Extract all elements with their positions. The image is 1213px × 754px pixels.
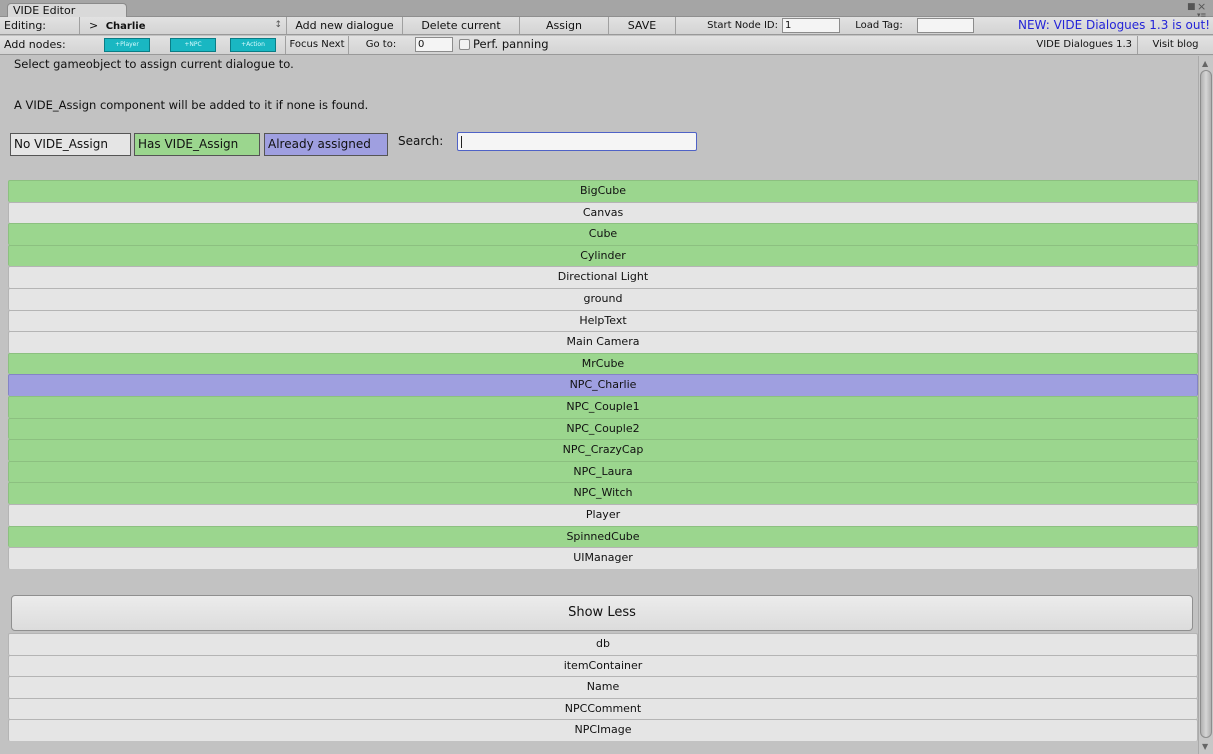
gameobject-row[interactable]: BigCube xyxy=(8,180,1198,202)
add-npc-node-button[interactable]: +NPC xyxy=(170,38,216,52)
gameobject-row[interactable]: Directional Light xyxy=(8,266,1198,288)
focus-next-button[interactable]: Focus Next xyxy=(285,36,349,54)
gameobject-row[interactable]: HelpText xyxy=(8,309,1198,332)
editor-window-tab[interactable]: VIDE Editor xyxy=(7,3,127,18)
legend-no-assign: No VIDE_Assign xyxy=(10,133,131,156)
scroll-down-arrow-icon[interactable]: ▼ xyxy=(1202,742,1208,751)
start-node-label: Start Node ID: xyxy=(707,20,778,31)
gameobject-row[interactable]: itemContainer xyxy=(8,654,1198,677)
instruction-line-2: A VIDE_Assign component will be added to… xyxy=(14,98,369,112)
scroll-up-arrow-icon[interactable]: ▲ xyxy=(1202,59,1208,68)
goto-label: Go to: xyxy=(365,39,397,50)
window-controls: ■ × ▾≡ xyxy=(1183,0,1207,19)
node-toolbar: Add nodes: +Player +NPC +Action Focus Ne… xyxy=(0,36,1213,55)
perf-panning-checkbox[interactable] xyxy=(459,39,470,50)
dialogue-selector[interactable]: > Charlie ↕ xyxy=(82,17,287,34)
main-toolbar: Editing: > Charlie ↕ Add new dialogue De… xyxy=(0,17,1213,35)
dropdown-arrows-icon: ↕ xyxy=(274,20,282,30)
save-button[interactable]: SAVE xyxy=(609,17,676,34)
assign-button[interactable]: Assign xyxy=(520,17,609,34)
search-label: Search: xyxy=(398,134,444,148)
legend-already-assigned: Already assigned xyxy=(264,133,388,156)
add-player-node-button[interactable]: +Player xyxy=(104,38,150,52)
scrollbar-thumb[interactable] xyxy=(1200,70,1212,738)
add-new-dialogue-button[interactable]: Add new dialogue xyxy=(287,17,403,34)
dialogue-selector-value: Charlie xyxy=(105,21,146,32)
gameobject-row[interactable]: Main Camera xyxy=(8,331,1198,353)
add-action-node-button[interactable]: +Action xyxy=(230,38,276,52)
gameobject-row[interactable]: NPC_Witch xyxy=(8,482,1198,504)
gameobject-row[interactable]: Name xyxy=(8,676,1198,698)
gameobject-row[interactable]: db xyxy=(8,633,1198,655)
editing-label: Editing: xyxy=(0,17,80,34)
version-label: VIDE Dialogues 1.3 xyxy=(1003,36,1138,54)
gameobject-row[interactable]: NPC_Charlie xyxy=(8,374,1198,396)
load-tag-label: Load Tag: xyxy=(855,20,903,31)
gameobject-row[interactable]: Player xyxy=(8,503,1198,526)
gameobject-list-extra: db itemContainer Name NPCComment NPCImage xyxy=(8,633,1198,741)
visit-blog-button[interactable]: Visit blog xyxy=(1138,36,1213,54)
dialogue-selector-arrow: > xyxy=(89,19,99,32)
news-link[interactable]: NEW: VIDE Dialogues 1.3 is out! xyxy=(976,17,1213,34)
show-less-button[interactable]: Show Less xyxy=(11,595,1193,631)
gameobject-row[interactable]: ground xyxy=(8,287,1198,310)
delete-current-button[interactable]: Delete current xyxy=(403,17,520,34)
gameobject-row[interactable]: Cylinder xyxy=(8,244,1198,267)
text-caret xyxy=(461,136,462,148)
gameobject-row[interactable]: NPC_Couple1 xyxy=(8,395,1198,418)
gameobject-row[interactable]: NPCComment xyxy=(8,697,1198,720)
search-input[interactable] xyxy=(457,132,697,151)
gameobject-row[interactable]: Canvas xyxy=(8,201,1198,224)
add-nodes-label: Add nodes: xyxy=(4,38,66,51)
gameobject-row[interactable]: NPC_Laura xyxy=(8,460,1198,483)
vertical-scrollbar[interactable]: ▲ ▼ xyxy=(1198,56,1213,754)
start-node-input[interactable]: 1 xyxy=(782,18,840,33)
gameobject-row[interactable]: NPC_Couple2 xyxy=(8,417,1198,440)
gameobject-row[interactable]: UIManager xyxy=(8,547,1198,569)
goto-input[interactable]: 0 xyxy=(415,37,453,52)
gameobject-row[interactable]: NPCImage xyxy=(8,719,1198,741)
gameobject-row[interactable]: NPC_CrazyCap xyxy=(8,439,1198,461)
gameobject-row[interactable]: MrCube xyxy=(8,352,1198,375)
assign-panel: Select gameobject to assign current dial… xyxy=(0,56,1213,754)
close-icon[interactable]: × xyxy=(1197,1,1206,12)
gameobject-row[interactable]: SpinnedCube xyxy=(8,525,1198,548)
maximize-icon[interactable]: ■ xyxy=(1187,3,1196,12)
legend-has-assign: Has VIDE_Assign xyxy=(134,133,260,156)
gameobject-list: BigCube Canvas Cube Cylinder Directional Lig… xyxy=(8,180,1198,569)
window-tab-strip: VIDE Editor ■ × ▾≡ xyxy=(0,0,1213,19)
load-tag-input[interactable] xyxy=(917,18,974,33)
perf-panning-label: Perf. panning xyxy=(473,37,549,51)
gameobject-row[interactable]: Cube xyxy=(8,223,1198,245)
instruction-line-1: Select gameobject to assign current dial… xyxy=(14,57,294,71)
